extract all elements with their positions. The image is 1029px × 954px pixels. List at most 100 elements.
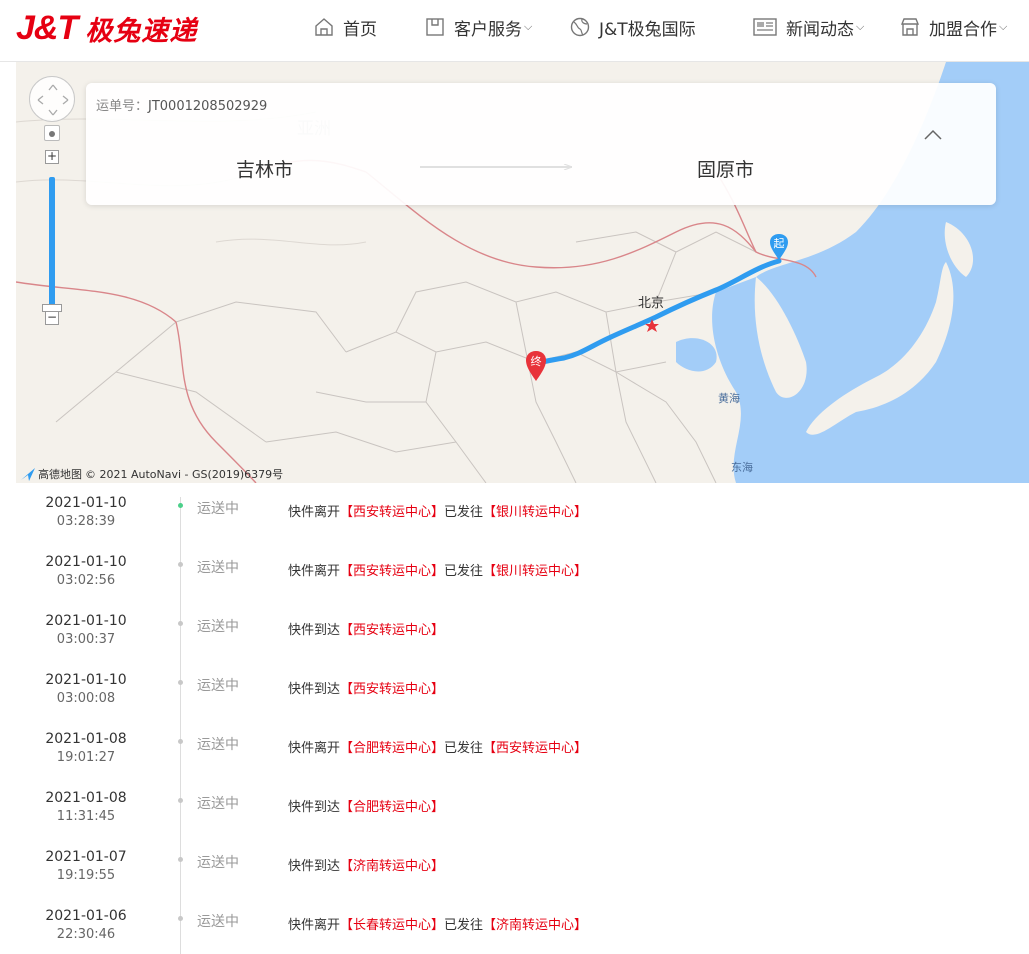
timeline-status: 运送中 xyxy=(197,737,239,753)
transit-center-name: 【西安转运中心】 xyxy=(340,623,445,638)
zoom-slider-track[interactable] xyxy=(49,177,55,321)
nav-customer-service-label: 客户服务 xyxy=(454,19,522,40)
timeline-text: 快件离开 xyxy=(288,918,341,933)
collapse-button[interactable] xyxy=(922,127,944,141)
jt-logo[interactable]: J&T 极兔速递 xyxy=(16,8,197,48)
timeline-status: 运送中 xyxy=(197,796,239,812)
timeline-text: 快件到达 xyxy=(288,623,341,638)
tracking-timeline: 2021-01-10 03:28:39 运送中 快件离开【西安转运中心】已发往【银川转… xyxy=(0,483,1029,954)
timeline-time: 11:31:45 xyxy=(56,809,116,824)
transit-center-name: 【西安转运中心】 xyxy=(483,741,588,756)
timeline-time: 22:30:46 xyxy=(56,927,116,942)
timeline-dot-icon xyxy=(178,857,183,862)
destination-city: 固原市 xyxy=(697,159,755,181)
timeline-date: 2021-01-08 xyxy=(45,790,127,806)
timeline-description: 快件离开【长春转运中心】已发往【济南转运中心】 xyxy=(288,914,587,933)
map-locate-button[interactable] xyxy=(44,125,60,141)
amap-logo-text[interactable]: 高德地图 xyxy=(38,466,82,482)
timeline-date: 2021-01-06 xyxy=(45,908,127,924)
zoom-out-button[interactable]: − xyxy=(45,311,59,325)
home-icon xyxy=(313,16,335,38)
globe-icon xyxy=(569,16,591,38)
logo-cn-text: 极兔速递 xyxy=(85,15,198,47)
timeline-date: 2021-01-07 xyxy=(45,849,127,865)
origin-city: 吉林市 xyxy=(236,159,294,181)
timeline-text: 快件到达 xyxy=(288,682,341,697)
timeline-item: 2021-01-08 11:31:45 运送中 快件到达【合肥转运中心】 xyxy=(0,778,1029,837)
nav-customer-service[interactable]: 客户服务 ⌵ xyxy=(424,0,532,54)
timeline-time: 03:02:56 xyxy=(56,573,116,588)
timeline-date: 2021-01-10 xyxy=(45,613,127,629)
timeline-date: 2021-01-08 xyxy=(45,731,127,747)
timeline-description: 快件到达【西安转运中心】 xyxy=(288,678,444,697)
amap-logo-icon xyxy=(21,468,35,481)
map-label-yellow-sea: 黄海 xyxy=(718,392,740,405)
transit-center-name: 【合肥转运中心】 xyxy=(340,800,445,815)
package-icon xyxy=(424,16,446,38)
timeline-date: 2021-01-10 xyxy=(45,495,127,511)
transit-center-name: 【银川转运中心】 xyxy=(483,564,588,579)
timeline-dot-icon xyxy=(178,621,183,626)
chevron-down-icon: ⌵ xyxy=(999,20,1008,33)
timeline-description: 快件离开【西安转运中心】已发往【银川转运中心】 xyxy=(288,560,587,579)
start-marker-label: 起 xyxy=(773,237,785,250)
route-arrow-line xyxy=(420,164,572,170)
timeline-dot-icon xyxy=(178,739,183,744)
timeline-text: 已发往 xyxy=(444,741,484,756)
timeline-description: 快件离开【西安转运中心】已发往【银川转运中心】 xyxy=(288,501,587,520)
timeline-description: 快件到达【西安转运中心】 xyxy=(288,619,444,638)
timeline-text: 已发往 xyxy=(444,918,484,933)
nav-franchise[interactable]: 加盟合作 ⌵ xyxy=(899,0,1007,54)
chevron-up-icon xyxy=(924,129,942,140)
timeline-text: 已发往 xyxy=(444,505,484,520)
locate-dot-icon xyxy=(49,131,55,137)
timeline-text: 已发往 xyxy=(444,564,484,579)
timeline-description: 快件离开【合肥转运中心】已发往【西安转运中心】 xyxy=(288,737,587,756)
transit-center-name: 【济南转运中心】 xyxy=(483,918,588,933)
timeline-item: 2021-01-08 19:01:27 运送中 快件离开【合肥转运中心】已发往【西安转… xyxy=(0,719,1029,778)
timeline-time: 19:19:55 xyxy=(56,868,116,883)
timeline-item: 2021-01-07 19:19:55 运送中 快件到达【济南转运中心】 xyxy=(0,837,1029,896)
map-copyright: © 2021 AutoNavi - GS(2019)6379号 xyxy=(85,468,284,481)
nav-home-label: 首页 xyxy=(343,19,377,40)
transit-center-name: 【西安转运中心】 xyxy=(340,564,445,579)
timeline-description: 快件到达【合肥转运中心】 xyxy=(288,796,444,815)
nav-news-label: 新闻动态 xyxy=(786,19,854,40)
route-map[interactable]: 亚洲 北京 黄海 东海 起 终 + − 运单号：JT0001208502929 … xyxy=(16,62,1029,483)
waybill-number-row: 运单号：JT0001208502929 xyxy=(96,95,267,114)
nav-international[interactable]: J&T极兔国际 xyxy=(569,0,696,54)
pan-arrows-icon xyxy=(37,84,69,116)
timeline-item: 2021-01-10 03:28:39 运送中 快件离开【西安转运中心】已发往【银川转… xyxy=(0,483,1029,542)
news-icon xyxy=(752,16,778,38)
timeline-text: 快件离开 xyxy=(288,741,341,756)
timeline-date: 2021-01-10 xyxy=(45,672,127,688)
logo-jt-text: J&T xyxy=(16,8,78,47)
timeline-item: 2021-01-10 03:00:37 运送中 快件到达【西安转运中心】 xyxy=(0,601,1029,660)
transit-center-name: 【西安转运中心】 xyxy=(340,682,445,697)
transit-center-name: 【西安转运中心】 xyxy=(340,505,445,520)
nav-home[interactable]: 首页 xyxy=(313,0,377,54)
map-pan-control[interactable] xyxy=(29,76,75,122)
timeline-item: 2021-01-10 03:00:08 运送中 快件到达【西安转运中心】 xyxy=(0,660,1029,719)
start-marker[interactable]: 起 xyxy=(769,233,789,261)
timeline-dot-icon xyxy=(178,798,183,803)
timeline-dot-icon xyxy=(178,680,183,685)
waybill-card: 运单号：JT0001208502929 吉林市 固原市 xyxy=(86,83,996,205)
timeline-description: 快件到达【济南转运中心】 xyxy=(288,855,444,874)
timeline-status: 运送中 xyxy=(197,560,239,576)
timeline-time: 03:28:39 xyxy=(56,514,116,529)
timeline-item: 2021-01-10 03:02:56 运送中 快件离开【西安转运中心】已发往【银川转… xyxy=(0,542,1029,601)
zoom-in-button[interactable]: + xyxy=(45,150,59,164)
chevron-down-icon: ⌵ xyxy=(856,20,865,33)
transit-center-name: 【银川转运中心】 xyxy=(483,505,588,520)
nav-news[interactable]: 新闻动态 ⌵ xyxy=(752,0,864,54)
chevron-down-icon: ⌵ xyxy=(524,20,533,33)
end-marker[interactable]: 终 xyxy=(525,350,547,382)
store-icon xyxy=(899,16,921,38)
waybill-number: JT0001208502929 xyxy=(148,99,268,114)
timeline-item: 2021-01-06 22:30:46 运送中 快件离开【长春转运中心】已发往【济南转… xyxy=(0,896,1029,954)
transit-center-name: 【长春转运中心】 xyxy=(340,918,445,933)
timeline-time: 19:01:27 xyxy=(56,750,116,765)
timeline-dot-icon xyxy=(178,503,183,508)
end-marker-label: 终 xyxy=(530,355,542,368)
